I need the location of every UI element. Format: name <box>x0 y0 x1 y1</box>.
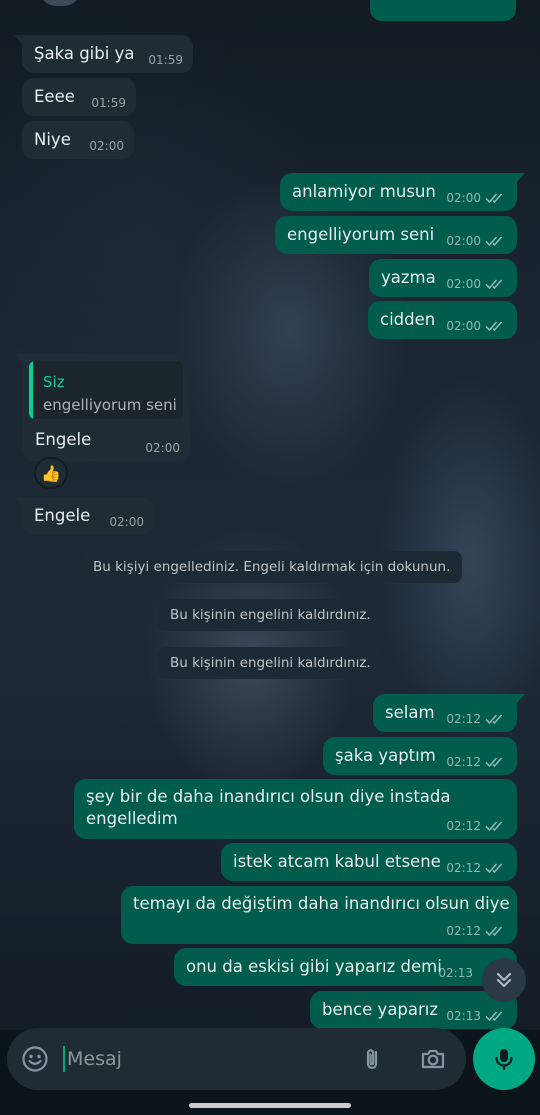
contact-avatar <box>40 0 80 6</box>
read-receipt-icon <box>485 321 503 332</box>
message-meta: 02:00 <box>145 441 180 455</box>
incoming-message[interactable]: Niye 02:00 <box>22 121 134 159</box>
quoted-message[interactable]: Siz engelliyorum seni <box>29 361 183 419</box>
read-receipt-icon <box>485 714 503 725</box>
message-meta: 01:59 <box>91 96 126 110</box>
message-time: 02:13 <box>438 966 473 980</box>
quote-bar <box>29 361 33 419</box>
outgoing-message[interactable]: selam 02:12 <box>373 694 525 732</box>
read-receipt-icon <box>485 193 503 204</box>
message-text-line: şey bir de daha inandırıcı olsun diye in… <box>86 787 451 806</box>
message-time: 02:00 <box>145 441 180 455</box>
message-input[interactable] <box>67 1042 347 1076</box>
message-meta: 02:12 <box>446 712 507 726</box>
incoming-message[interactable]: Engele 02:00 <box>14 497 154 535</box>
outgoing-message[interactable]: yazma 02:00 <box>369 259 517 297</box>
message-time: 02:00 <box>89 139 124 153</box>
message-text: bence yaparız <box>322 1000 439 1019</box>
message-text: Engele <box>34 506 91 525</box>
message-time: 01:59 <box>148 53 183 67</box>
outgoing-message[interactable]: istek atcam kabul etsene 02:12 <box>221 843 517 881</box>
thumbs-up-reaction: 👍 <box>41 463 61 483</box>
scroll-to-bottom-button[interactable] <box>482 958 526 1002</box>
message-text: onu da eskisi gibi yaparız demi <box>186 957 442 976</box>
home-gesture-handle[interactable] <box>189 1103 351 1108</box>
message-text: istek atcam kabul etsene <box>233 852 441 871</box>
message-time: 01:59 <box>91 96 126 110</box>
message-time: 02:00 <box>446 234 481 248</box>
voice-message-button[interactable] <box>473 1028 535 1090</box>
message-text: Niye <box>34 130 71 149</box>
read-receipt-icon <box>485 757 503 768</box>
message-meta: 02:00 <box>446 319 507 333</box>
system-navigation-bar <box>0 1092 540 1115</box>
message-text: anlamiyor musun <box>292 182 436 201</box>
message-meta: 02:00 <box>446 277 507 291</box>
message-composer[interactable] <box>7 1028 466 1090</box>
previous-outgoing-bubble[interactable] <box>370 0 516 21</box>
message-meta: 02:00 <box>89 139 124 153</box>
camera-icon[interactable] <box>419 1045 447 1073</box>
quote-author: Siz <box>43 373 65 391</box>
message-list[interactable]: Şaka gibi ya 01:59 Eeee 01:59 Niye 02:00… <box>0 0 540 1030</box>
message-meta: 02:12 <box>446 755 507 769</box>
message-time: 02:13 <box>446 1009 481 1023</box>
paperclip-icon[interactable] <box>359 1045 387 1073</box>
message-meta: 02:00 <box>446 191 507 205</box>
read-receipt-icon <box>485 1011 503 1022</box>
outgoing-message[interactable]: cidden 02:00 <box>368 301 517 339</box>
message-time: 02:12 <box>446 924 481 938</box>
double-chevron-down-icon <box>496 972 512 988</box>
message-time: 02:00 <box>109 515 144 529</box>
message-meta: 02:13 <box>446 1009 507 1023</box>
message-meta: 02:00 <box>446 234 507 248</box>
message-meta: 02:00 <box>109 515 144 529</box>
message-text: engelliyorum seni <box>287 225 435 244</box>
message-meta: 02:12 <box>446 861 507 875</box>
message-time: 02:12 <box>446 861 481 875</box>
message-text: şaka yaptım <box>335 746 436 765</box>
reaction-badge[interactable]: 👍 <box>34 457 68 489</box>
outgoing-message[interactable]: onu da eskisi gibi yaparız demi 02:13 <box>174 948 517 986</box>
message-text: Eeee <box>34 87 75 106</box>
message-text: Engele <box>35 430 92 449</box>
read-receipt-icon <box>485 821 503 832</box>
system-notice-unblocked: Bu kişinin engelini kaldırdınız. <box>158 647 383 679</box>
message-time: 02:12 <box>446 755 481 769</box>
read-receipt-icon <box>485 863 503 874</box>
message-meta: 01:59 <box>148 53 183 67</box>
incoming-message[interactable]: Eeee 01:59 <box>22 78 136 116</box>
read-receipt-icon <box>485 926 503 937</box>
message-time: 02:00 <box>446 277 481 291</box>
system-notice-blocked[interactable]: Bu kişiyi engellediniz. Engeli kaldırmak… <box>81 551 463 583</box>
message-text: temayı da değiştim daha inandırıcı olsun… <box>133 894 510 913</box>
smiley-icon[interactable] <box>21 1045 49 1073</box>
read-receipt-icon <box>485 279 503 290</box>
message-time: 02:12 <box>446 712 481 726</box>
microphone-icon <box>495 1049 513 1071</box>
quote-text: engelliyorum seni <box>43 396 177 414</box>
message-text: yazma <box>381 268 436 287</box>
message-time: 02:00 <box>446 191 481 205</box>
message-time: 02:00 <box>446 319 481 333</box>
outgoing-message[interactable]: şey bir de daha inandırıcı olsun diye in… <box>74 779 517 839</box>
message-text: selam <box>385 703 435 722</box>
message-text-line: engelledim <box>86 809 178 828</box>
incoming-reply-message[interactable]: Siz engelliyorum seni Engele 02:00 <box>14 354 190 461</box>
message-text: Şaka gibi ya <box>34 44 135 63</box>
message-meta: 02:12 <box>446 819 507 833</box>
text-caret <box>63 1046 65 1072</box>
outgoing-message[interactable]: temayı da değiştim daha inandırıcı olsun… <box>121 886 517 944</box>
read-receipt-icon <box>485 236 503 247</box>
outgoing-message[interactable]: şaka yaptım 02:12 <box>323 737 517 775</box>
outgoing-message[interactable]: engelliyorum seni 02:00 <box>275 216 517 254</box>
system-notice-unblocked: Bu kişinin engelini kaldırdınız. <box>158 599 383 631</box>
outgoing-message[interactable]: bence yaparız 02:13 <box>310 991 517 1029</box>
message-text: cidden <box>380 310 436 329</box>
outgoing-message[interactable]: anlamiyor musun 02:00 <box>280 173 525 211</box>
message-meta: 02:13 <box>438 966 473 980</box>
message-meta: 02:12 <box>446 924 507 938</box>
message-time: 02:12 <box>446 819 481 833</box>
incoming-message[interactable]: Şaka gibi ya 01:59 <box>14 35 193 73</box>
